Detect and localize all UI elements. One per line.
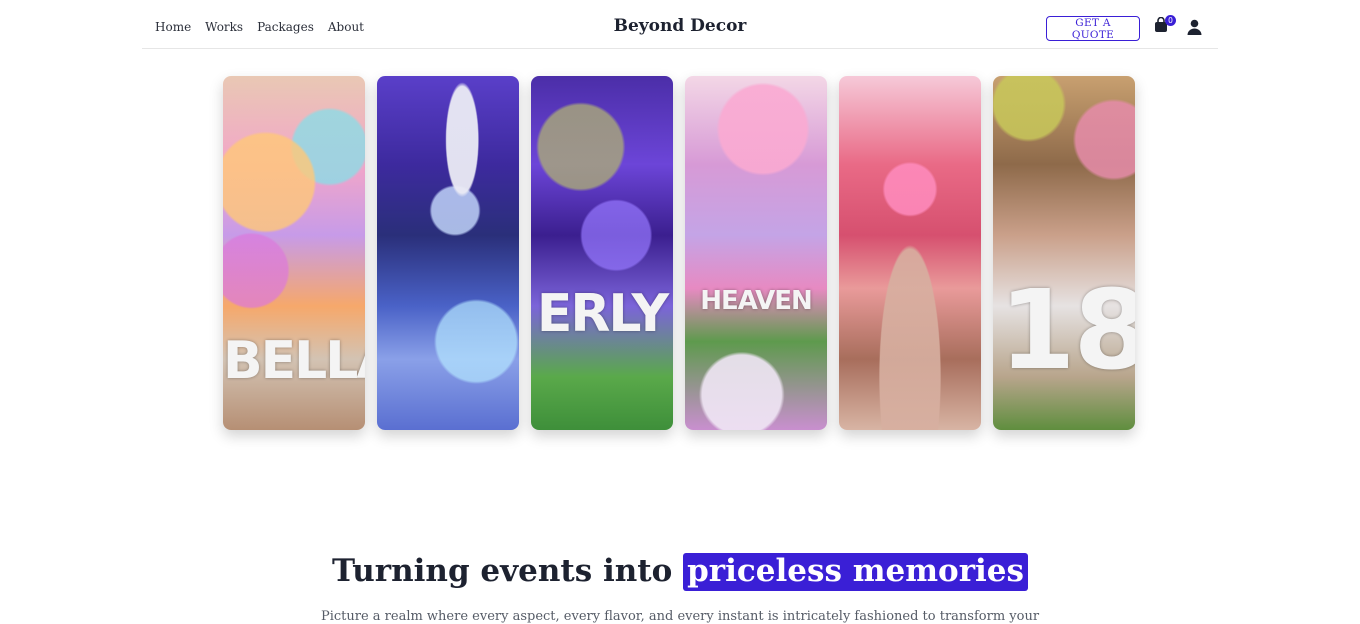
gallery-card-happy-birthday-chair[interactable] — [839, 76, 981, 430]
marquee-letters: ERLY — [536, 284, 669, 344]
marquee-letters: HEAVEN — [700, 286, 813, 316]
cart-count-badge: 0 — [1165, 15, 1176, 26]
hero-paragraph: Picture a realm where every aspect, ever… — [320, 609, 1040, 624]
get-quote-button[interactable]: GET A QUOTE — [1046, 16, 1140, 41]
user-icon — [1187, 19, 1202, 35]
marquee-letters: 18 — [999, 266, 1135, 394]
headline-highlight: priceless memories — [683, 552, 1028, 591]
account-button[interactable] — [1187, 19, 1202, 35]
event-gallery: BELLA ERLY HEAVEN 18 — [223, 76, 1135, 430]
cart-button[interactable]: 0 — [1154, 15, 1176, 35]
hero-headline: Turning events into priceless memories — [0, 552, 1360, 591]
gallery-card-heaven[interactable]: HEAVEN — [685, 76, 827, 430]
gallery-card-erly[interactable]: ERLY — [531, 76, 673, 430]
headline-plain: Turning events into — [332, 552, 673, 589]
gallery-card-bella[interactable]: BELLA — [223, 76, 365, 430]
gallery-card-julie-ann-18[interactable]: 18 — [993, 76, 1135, 430]
marquee-letters: BELLA — [223, 331, 365, 391]
gallery-card-space-rocket[interactable] — [377, 76, 519, 430]
top-navbar: Home Works Packages About Beyond Decor G… — [142, 0, 1218, 49]
